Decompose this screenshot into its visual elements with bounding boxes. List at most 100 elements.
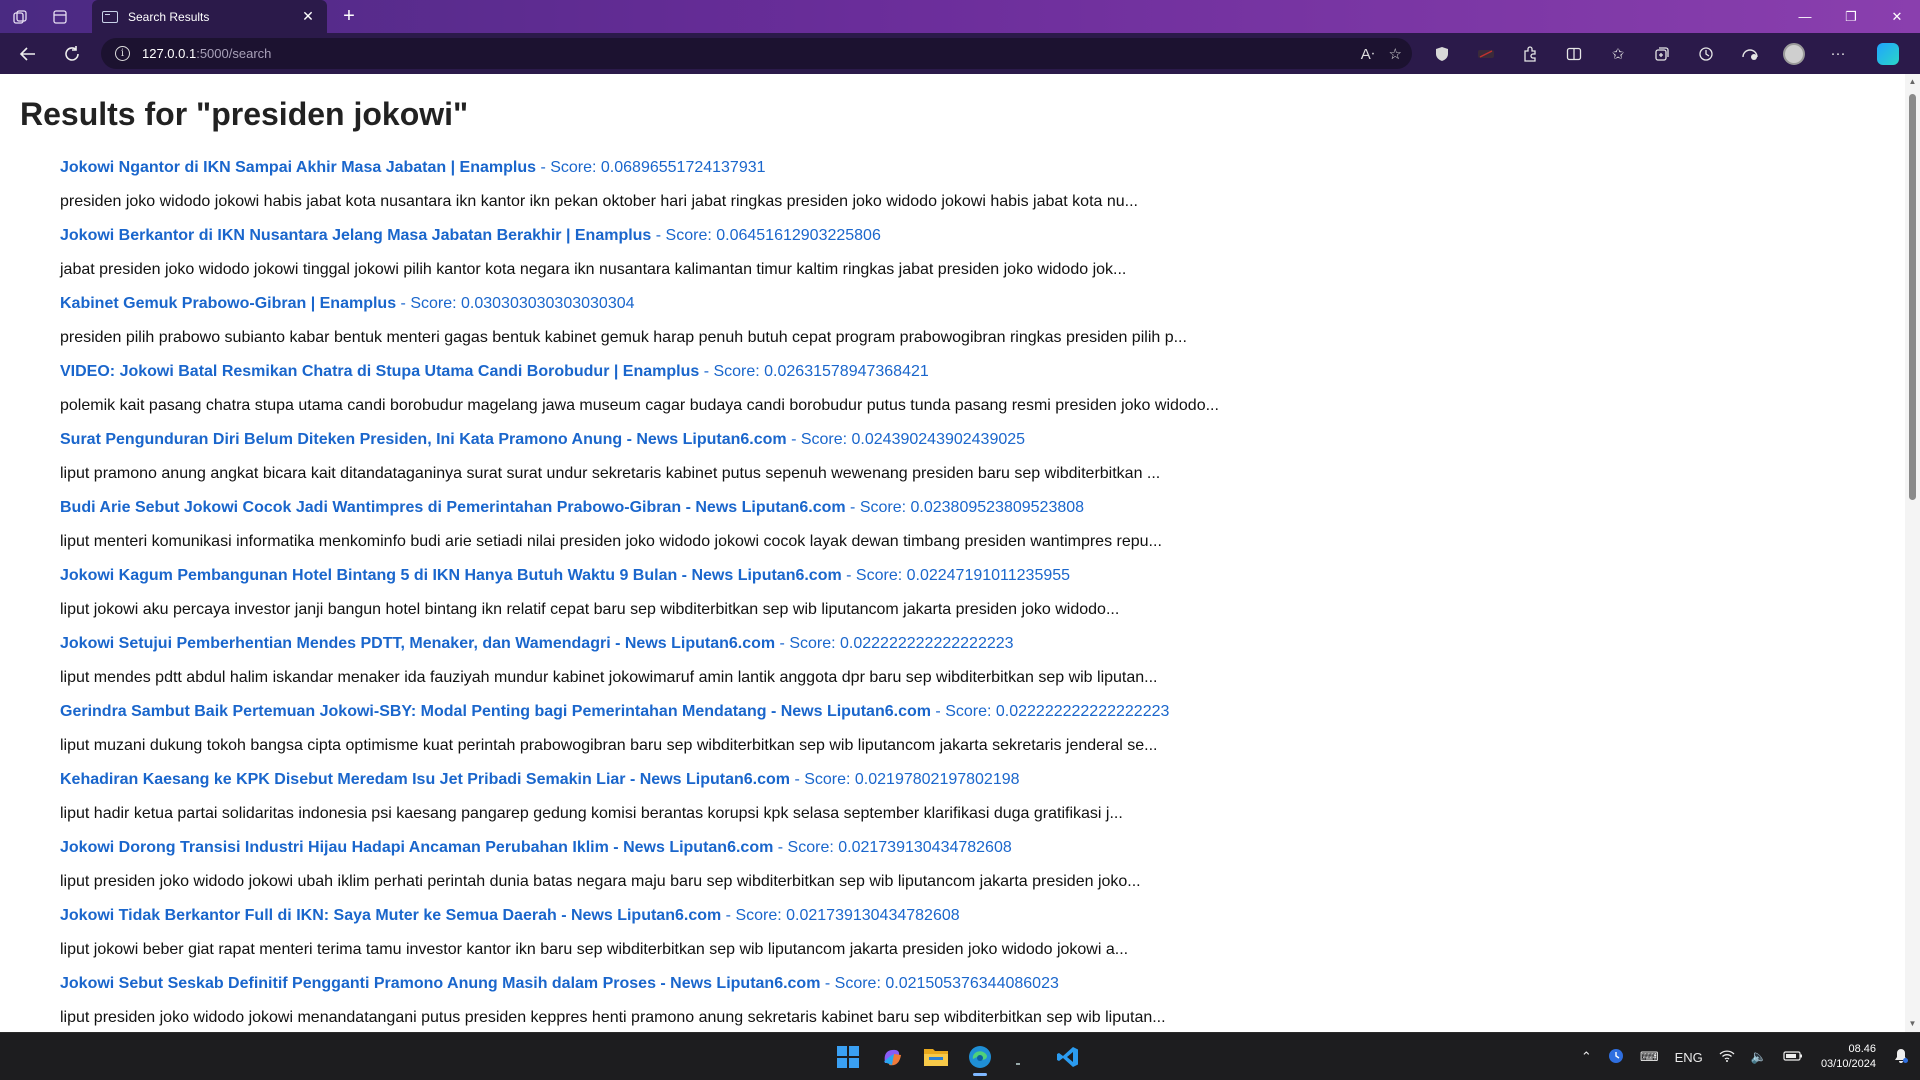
result-title-link[interactable]: Budi Arie Sebut Jokowi Cocok Jadi Wantim… <box>60 499 846 516</box>
result-title-link[interactable]: Jokowi Berkantor di IKN Nusantara Jelang… <box>60 227 651 244</box>
result-item: Jokowi Kagum Pembangunan Hotel Bintang 5… <box>60 559 1860 627</box>
favorites-icon[interactable]: ✩ <box>1596 33 1640 74</box>
copilot-icon[interactable] <box>1866 33 1910 74</box>
score-prefix: - Score: <box>721 907 787 924</box>
result-header: Jokowi Dorong Transisi Industri Hijau Ha… <box>60 831 1860 865</box>
favorite-star-icon[interactable]: ☆ <box>1389 45 1402 63</box>
url-host: 127.0.0.1 <box>142 46 197 61</box>
result-title-link[interactable]: Jokowi Setujui Pemberhentian Mendes PDTT… <box>60 635 775 652</box>
windows-start-icon[interactable] <box>832 1037 864 1077</box>
edge-browser-icon[interactable] <box>964 1037 996 1077</box>
refresh-icon[interactable] <box>50 33 94 74</box>
result-score: - Score: 0.021505376344086023 <box>820 975 1059 992</box>
extension-badge-icon[interactable] <box>1464 33 1508 74</box>
bell-icon[interactable] <box>1886 1048 1920 1067</box>
result-score: - Score: 0.02197802197802198 <box>790 771 1020 788</box>
score-value: 0.06896551724137931 <box>600 159 766 176</box>
toolbar-buttons: ✩ ··· <box>1420 33 1910 74</box>
result-score: - Score: 0.02247191011235955 <box>842 567 1070 584</box>
result-title-link[interactable]: Kehadiran Kaesang ke KPK Disebut Meredam… <box>60 771 790 788</box>
language-indicator[interactable]: ENG <box>1667 1050 1711 1065</box>
result-score: - Score: 0.030303030303030304 <box>396 295 635 312</box>
tab-title: Search Results <box>128 9 210 24</box>
status-clock-icon[interactable] <box>1600 1048 1632 1067</box>
read-aloud-icon[interactable]: Aᐧ <box>1361 45 1375 63</box>
history-icon[interactable] <box>1684 33 1728 74</box>
result-item: VIDEO: Jokowi Batal Resmikan Chatra di S… <box>60 355 1860 423</box>
result-header: Surat Pengunduran Diri Belum Diteken Pre… <box>60 423 1860 457</box>
score-prefix: - Score: <box>396 295 461 312</box>
scroll-down-icon[interactable]: ▼ <box>1908 1019 1917 1029</box>
profile-avatar[interactable] <box>1772 33 1816 74</box>
minimize-button[interactable]: — <box>1782 0 1828 33</box>
file-explorer-icon[interactable] <box>920 1037 952 1077</box>
result-score: - Score: 0.022222222222222223 <box>931 703 1169 720</box>
score-prefix: - Score: <box>699 363 765 380</box>
result-snippet: liput muzani dukung tokoh bangsa cipta o… <box>60 737 1158 754</box>
result-header: Kabinet Gemuk Prabowo-Gibran | Enamplus … <box>60 287 1860 321</box>
workspaces-icon[interactable] <box>0 0 40 33</box>
result-item: Budi Arie Sebut Jokowi Cocok Jadi Wantim… <box>60 491 1860 559</box>
copilot-app-icon[interactable] <box>876 1037 908 1077</box>
result-score: - Score: 0.023809523809523808 <box>846 499 1084 516</box>
keyboard-icon[interactable]: ⌨ <box>1632 1049 1667 1065</box>
score-value: 0.06451612903225806 <box>716 227 881 244</box>
score-prefix: - Score: <box>775 635 841 652</box>
shield-icon[interactable] <box>1420 33 1464 74</box>
address-bar[interactable]: i 127.0.0.1:5000/search Aᐧ ☆ <box>101 38 1412 69</box>
info-icon[interactable]: i <box>115 46 130 61</box>
scroll-up-icon[interactable]: ▲ <box>1908 77 1917 87</box>
result-item: Surat Pengunduran Diri Belum Diteken Pre… <box>60 423 1860 491</box>
score-value: 0.022222222222222223 <box>840 635 1014 652</box>
result-score: - Score: 0.021739130434782608 <box>721 907 960 924</box>
result-title-link[interactable]: Jokowi Dorong Transisi Industri Hijau Ha… <box>60 839 773 856</box>
result-snippet: liput hadir ketua partai solidaritas ind… <box>60 805 1123 822</box>
score-value: 0.02197802197802198 <box>854 771 1020 788</box>
performance-icon[interactable] <box>1728 33 1772 74</box>
score-prefix: - Score: <box>790 771 855 788</box>
result-title-link[interactable]: Jokowi Ngantor di IKN Sampai Akhir Masa … <box>60 159 536 176</box>
split-screen-icon[interactable] <box>1552 33 1596 74</box>
tab-actions-icon[interactable] <box>40 0 80 33</box>
chevron-up-icon[interactable]: ⌃ <box>1573 1049 1600 1065</box>
score-value: 0.021739130434782608 <box>786 907 960 924</box>
result-snippet: presiden joko widodo jokowi habis jabat … <box>60 193 1138 210</box>
tab-search-results[interactable]: Search Results ✕ <box>92 0 327 33</box>
result-title-link[interactable]: Surat Pengunduran Diri Belum Diteken Pre… <box>60 431 787 448</box>
result-score: - Score: 0.022222222222222223 <box>775 635 1014 652</box>
scrollbar-thumb[interactable] <box>1909 94 1916 500</box>
collections-icon[interactable] <box>1640 33 1684 74</box>
taskbar-clock[interactable]: 08.46 03/10/2024 <box>1811 1042 1886 1072</box>
close-tab-icon[interactable]: ✕ <box>299 8 317 25</box>
battery-icon[interactable] <box>1775 1050 1811 1065</box>
wifi-icon[interactable] <box>1711 1049 1743 1066</box>
result-score: - Score: 0.06451612903225806 <box>651 227 881 244</box>
restore-button[interactable]: ❐ <box>1828 0 1874 33</box>
browser-toolbar: i 127.0.0.1:5000/search Aᐧ ☆ ✩ ··· <box>0 33 1920 74</box>
result-item: Kehadiran Kaesang ke KPK Disebut Meredam… <box>60 763 1860 831</box>
result-title-link[interactable]: Jokowi Kagum Pembangunan Hotel Bintang 5… <box>60 567 842 584</box>
close-window-button[interactable]: ✕ <box>1874 0 1920 33</box>
more-icon[interactable]: ··· <box>1816 33 1860 74</box>
back-icon[interactable] <box>6 33 50 74</box>
result-title-link[interactable]: Jokowi Tidak Berkantor Full di IKN: Saya… <box>60 907 721 924</box>
result-score: - Score: 0.02631578947368421 <box>699 363 929 380</box>
taskbar-app-generic[interactable] <box>1008 1037 1040 1077</box>
result-snippet: liput presiden joko widodo jokowi ubah i… <box>60 873 1141 890</box>
vertical-scrollbar[interactable]: ▲ ▼ <box>1905 74 1920 1032</box>
result-title-link[interactable]: Kabinet Gemuk Prabowo-Gibran | Enamplus <box>60 295 396 312</box>
result-title-link[interactable]: Gerindra Sambut Baik Pertemuan Jokowi-SB… <box>60 703 931 720</box>
result-title-link[interactable]: Jokowi Sebut Seskab Definitif Pengganti … <box>60 975 820 992</box>
result-snippet: liput jokowi beber giat rapat menteri te… <box>60 941 1129 958</box>
vscode-icon[interactable] <box>1052 1037 1084 1077</box>
new-tab-button[interactable]: + <box>337 0 361 33</box>
result-header: Jokowi Sebut Seskab Definitif Pengganti … <box>60 967 1860 1001</box>
result-snippet: liput menteri komunikasi informatika men… <box>60 533 1162 550</box>
volume-icon[interactable]: 🔈 <box>1743 1049 1775 1065</box>
result-header: Jokowi Berkantor di IKN Nusantara Jelang… <box>60 219 1860 253</box>
score-value: 0.021505376344086023 <box>885 975 1059 992</box>
result-score: - Score: 0.024390243902439025 <box>787 431 1025 448</box>
extension-icon[interactable] <box>1508 33 1552 74</box>
result-title-link[interactable]: VIDEO: Jokowi Batal Resmikan Chatra di S… <box>60 363 699 380</box>
result-header: Jokowi Kagum Pembangunan Hotel Bintang 5… <box>60 559 1860 593</box>
